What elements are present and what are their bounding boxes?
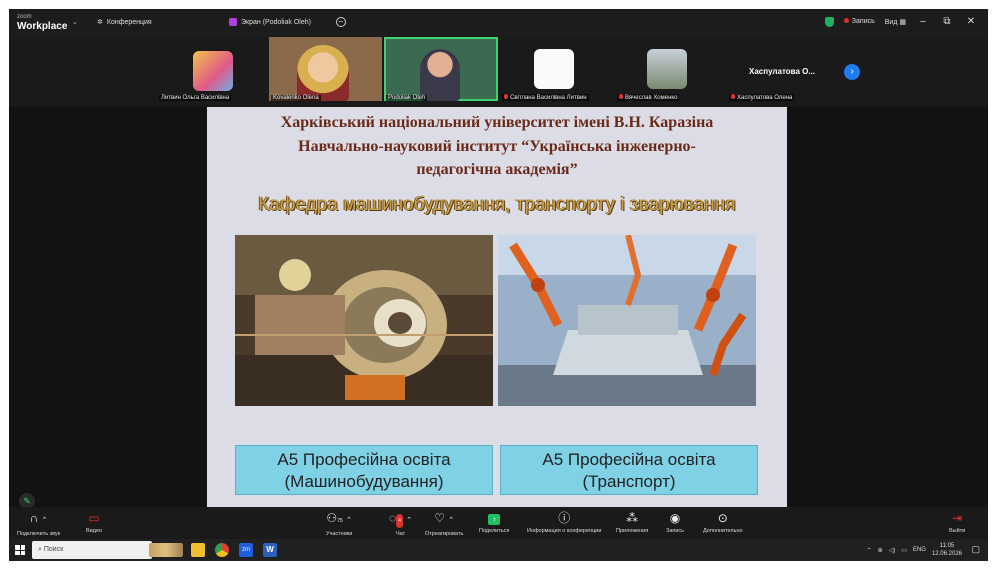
gear-icon: ✲ — [97, 19, 103, 26]
zoom-window: zoom Workplace ⌄ ✲ Конференция Экран (Po… — [9, 9, 988, 539]
department-title: Кафедра машинобудування, транспорту і зв… — [258, 194, 736, 215]
presentation-slide: Харківський національний університет іме… — [207, 107, 787, 510]
restore-icon[interactable]: ⧉ — [940, 16, 954, 27]
share-title: Экран (Podoliak Oleh) — [241, 18, 311, 26]
react-button[interactable]: ♡ ⌃ Отреагировать — [425, 511, 463, 537]
slide-title-line: Навчально-науковий інститут “Українська … — [298, 138, 696, 155]
view-button[interactable]: Вид ▦ — [885, 18, 906, 26]
avatar — [534, 49, 574, 89]
app-menu-caret-icon[interactable]: ⌄ — [72, 18, 78, 26]
more-button[interactable]: ⊙ Дополнительно — [703, 511, 743, 534]
participant-name: Вячеслав Хоменко — [617, 94, 680, 101]
notifications-icon[interactable]: ▢ — [971, 544, 980, 555]
language-indicator[interactable]: ENG — [913, 547, 926, 553]
battery-icon[interactable]: ▭ — [901, 547, 907, 554]
record-dot-icon — [843, 18, 849, 23]
robot-assembly-photo — [498, 235, 756, 406]
word-icon[interactable]: W — [263, 543, 277, 557]
avatar — [647, 49, 687, 89]
participant-big-name: Хаспулатова О... — [749, 67, 816, 76]
video-feed — [420, 49, 460, 101]
video-button[interactable]: ▭ Видео — [86, 511, 102, 534]
volume-icon[interactable]: ◁) — [889, 547, 896, 554]
titlebar-right: Запись Вид ▦ – ⧉ ✕ — [824, 16, 978, 27]
muted-mic-icon — [504, 94, 508, 99]
avatar — [193, 51, 233, 91]
join-audio-button[interactable]: ∩ ⌃ Подключить звук — [17, 511, 60, 537]
participant-tile[interactable]: Вячеслав Хоменко — [615, 37, 705, 101]
headphones-icon: ∩ ⌃ — [29, 511, 48, 525]
slide-title-line: педагогічна академія” — [416, 161, 578, 178]
close-icon[interactable]: ✕ — [964, 16, 978, 27]
participants-icon: ⚇75 ⌃ — [326, 511, 352, 525]
record-indicator[interactable]: Запись — [843, 18, 875, 25]
stop-view-icon[interactable]: − — [336, 17, 346, 27]
chat-button[interactable]: ◌ 4 ⌃ Чат — [389, 511, 412, 537]
minimize-icon[interactable]: – — [916, 16, 930, 27]
participant-name: Світлана Василівна Литвин — [502, 94, 589, 101]
share-button[interactable]: ↑ Поделиться — [479, 511, 509, 534]
system-tray: ⌃ ⊕ ◁) ▭ ENG 11:05 12.06.2026 — [867, 542, 962, 558]
title-bar: zoom Workplace ⌄ ✲ Конференция Экран (Po… — [9, 9, 988, 37]
security-shield-icon[interactable] — [824, 16, 834, 27]
next-page-icon[interactable]: › — [844, 64, 860, 80]
clock[interactable]: 11:05 12.06.2026 — [932, 542, 962, 558]
participant-tile[interactable]: Литвин Ольга Василівна — [157, 37, 243, 101]
record-icon: ◉ — [669, 511, 681, 525]
taskbar-search-input[interactable]: ⌕ Поиск — [32, 541, 152, 559]
participant-name: Литвин Ольга Василівна — [159, 95, 232, 101]
chat-icon: ◌ 4 ⌃ — [389, 511, 412, 528]
record-button[interactable]: ◉ Запись — [666, 511, 684, 534]
muted-mic-icon — [619, 94, 623, 99]
windows-taskbar: ⌕ Поиск zm W ⌃ ⊕ ◁) ▭ ENG 11:05 12.06.20… — [9, 539, 988, 561]
shared-screen: Харківський національний університет іме… — [9, 107, 988, 510]
meeting-info-button[interactable]: ⓘ Информация о конференции — [527, 511, 601, 534]
conference-label: Конференция — [106, 18, 152, 26]
participant-strip: Литвин Ольга Василівна Kovalenko Olena P… — [9, 37, 988, 107]
zoom-logo: zoom Workplace — [17, 14, 68, 32]
slide-title-line: Харківський національний університет іме… — [280, 114, 714, 131]
more-icon: ⊙ — [717, 511, 728, 525]
chat-badge: 4 — [396, 514, 403, 528]
leave-icon: ⇥ — [952, 511, 963, 525]
participants-button[interactable]: ⚇75 ⌃ Участники — [326, 511, 352, 537]
info-icon: ⓘ — [558, 511, 571, 525]
participant-tile[interactable]: Світлана Василівна Литвин — [500, 37, 596, 101]
conference-menu[interactable]: ✲ Конференция — [97, 18, 152, 27]
leave-button[interactable]: ⇥ Выйти — [949, 511, 965, 534]
search-highlight-icon[interactable] — [149, 543, 183, 557]
tray-chevron-icon[interactable]: ⌃ — [867, 547, 872, 554]
apps-icon: ⁂ — [626, 511, 639, 525]
meeting-toolbar: ∩ ⌃ Подключить звук ▭ Видео ⚇75 ⌃ Участн… — [9, 507, 988, 539]
participant-tile[interactable]: Kovalenko Olena — [269, 37, 382, 101]
participant-name: Хаспулатова Олена — [729, 94, 795, 101]
network-icon[interactable]: ⊕ — [878, 547, 883, 554]
share-tab[interactable]: Экран (Podoliak Oleh) — [229, 18, 311, 26]
participant-name: Podoliak Oleh — [386, 95, 428, 101]
share-screen-icon — [229, 18, 237, 26]
file-explorer-icon[interactable] — [191, 543, 205, 557]
chrome-icon[interactable] — [215, 543, 229, 557]
heart-icon: ♡ ⌃ — [434, 511, 455, 525]
muted-mic-icon — [731, 94, 735, 99]
machinery-photo — [235, 235, 493, 406]
video-off-icon: ▭ — [88, 511, 100, 525]
video-feed — [297, 45, 349, 101]
participant-name: Kovalenko Olena — [271, 95, 321, 101]
program-box-transport: А5 Професійна освіта (Транспорт) — [500, 445, 758, 495]
share-arrow-icon: ↑ — [479, 511, 509, 525]
windows-start-icon[interactable] — [15, 545, 25, 555]
participant-tile-active[interactable]: Podoliak Oleh — [384, 37, 498, 101]
zoom-taskbar-icon[interactable]: zm — [239, 543, 253, 557]
program-box-machinery: А5 Професійна освіта (Машинобудування) — [235, 445, 493, 495]
apps-button[interactable]: ⁂ Приложения — [616, 511, 648, 534]
